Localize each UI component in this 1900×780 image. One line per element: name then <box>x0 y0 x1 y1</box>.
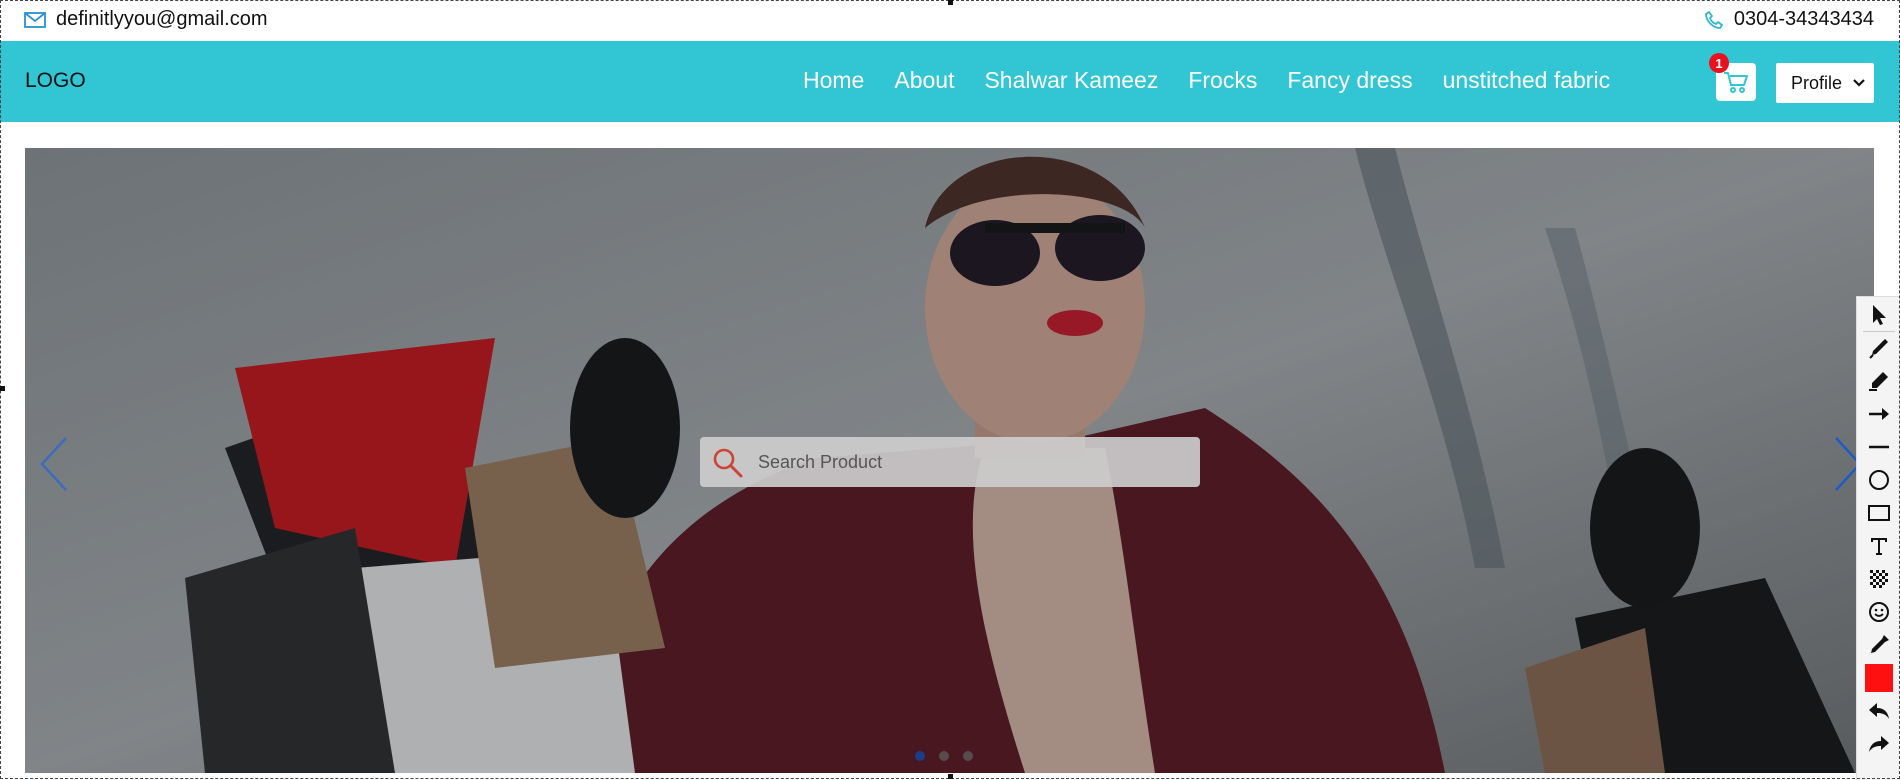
nav-link-about[interactable]: About <box>894 67 954 94</box>
eyedropper-icon <box>1871 635 1889 653</box>
pen-tool[interactable] <box>1863 334 1895 362</box>
emoji-tool[interactable] <box>1863 598 1895 626</box>
blur-tool-icon <box>1870 570 1888 588</box>
search-icon <box>713 448 743 478</box>
undo-button[interactable] <box>1863 697 1895 725</box>
carousel-dot-3[interactable] <box>963 751 973 761</box>
nav-links: Home About Shalwar Kameez Frocks Fancy d… <box>803 67 1610 94</box>
undo-icon <box>1869 703 1889 719</box>
redo-button[interactable] <box>1863 730 1895 758</box>
contact-email: definitlyyou@gmail.com <box>24 8 268 31</box>
cart-count-badge: 1 <box>1709 53 1729 73</box>
ellipse-tool-icon <box>1869 470 1889 490</box>
blur-tool[interactable] <box>1863 565 1895 593</box>
nav-link-shalwar-kameez[interactable]: Shalwar Kameez <box>984 67 1158 94</box>
profile-select[interactable]: Profile <box>1776 63 1874 103</box>
ellipse-tool[interactable] <box>1863 466 1895 494</box>
selection-handle[interactable] <box>0 386 5 391</box>
nav-link-frocks[interactable]: Frocks <box>1188 67 1257 94</box>
carousel-dot-1[interactable] <box>915 751 925 761</box>
hero-carousel <box>25 148 1874 773</box>
text-tool[interactable] <box>1863 532 1895 560</box>
profile-select-value: Profile <box>1791 72 1843 93</box>
color-picker[interactable] <box>1863 664 1895 692</box>
cart-icon <box>1724 72 1748 93</box>
carousel-indicators <box>915 751 973 761</box>
top-info-bar: definitlyyou@gmail.com 0304-34343434 <box>0 0 1900 41</box>
emoji-icon <box>1869 602 1889 622</box>
carousel-prev-icon[interactable] <box>36 434 72 494</box>
mail-icon <box>24 11 46 28</box>
eyedropper-tool[interactable] <box>1863 631 1895 659</box>
carousel-dot-2[interactable] <box>939 751 949 761</box>
contact-phone: 0304-34343434 <box>1704 8 1874 31</box>
text-tool-icon <box>1871 538 1887 555</box>
arrow-tool[interactable] <box>1863 400 1895 428</box>
annotation-toolbar <box>1856 296 1900 780</box>
redo-icon <box>1869 736 1889 752</box>
rectangle-tool[interactable] <box>1863 499 1895 527</box>
main-navbar: LOGO Home About Shalwar Kameez Frocks Fa… <box>0 41 1900 122</box>
selection-handle[interactable] <box>948 0 953 5</box>
pointer-tool[interactable] <box>1863 301 1895 329</box>
toolbar-divider <box>1863 331 1895 332</box>
line-tool[interactable] <box>1863 433 1895 461</box>
phone-text: 0304-34343434 <box>1733 8 1874 30</box>
selection-handle[interactable] <box>948 774 953 779</box>
phone-icon <box>1704 10 1723 29</box>
nav-link-home[interactable]: Home <box>803 67 864 94</box>
nav-link-fancy-dress[interactable]: Fancy dress <box>1287 67 1412 94</box>
rectangle-tool-icon <box>1868 505 1890 521</box>
chevron-down-icon <box>1853 79 1865 87</box>
pointer-icon <box>1873 305 1886 325</box>
search-input[interactable] <box>756 450 1180 474</box>
color-swatch <box>1865 664 1893 692</box>
line-tool-icon <box>1869 445 1889 449</box>
nav-link-unstitched-fabric[interactable]: unstitched fabric <box>1443 67 1610 94</box>
email-text: definitlyyou@gmail.com <box>56 8 268 30</box>
marker-icon <box>1869 372 1888 391</box>
marker-tool[interactable] <box>1863 367 1895 395</box>
pen-icon <box>1869 339 1888 359</box>
product-search-box <box>700 437 1200 487</box>
arrow-tool-icon <box>1869 408 1889 420</box>
site-logo[interactable]: LOGO <box>25 69 86 93</box>
